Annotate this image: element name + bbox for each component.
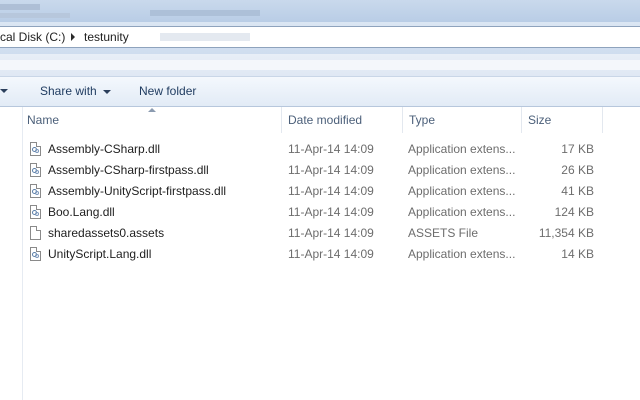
dll-file-icon bbox=[30, 184, 41, 198]
column-divider[interactable] bbox=[602, 107, 603, 133]
file-row[interactable]: sharedassets0.assets 11-Apr-14 14:09 ASS… bbox=[0, 223, 640, 244]
breadcrumb-chevron-icon[interactable] bbox=[71, 33, 75, 41]
file-name: Boo.Lang.dll bbox=[48, 205, 115, 219]
dll-file-icon bbox=[30, 142, 41, 156]
address-bar-row: cal Disk (C:) testunity bbox=[0, 22, 640, 54]
dll-file-icon bbox=[30, 247, 41, 261]
file-name: sharedassets0.assets bbox=[48, 226, 165, 240]
column-header-size[interactable]: Size bbox=[522, 107, 602, 133]
dll-file-icon bbox=[30, 205, 41, 219]
file-size: 124 KB bbox=[554, 205, 594, 219]
file-type: Application extens... bbox=[408, 247, 516, 261]
file-type: ASSETS File bbox=[408, 226, 479, 240]
column-header-date-modified[interactable]: Date modified bbox=[282, 107, 402, 133]
file-size: 14 KB bbox=[561, 247, 594, 261]
file-date: 11-Apr-14 14:09 bbox=[288, 163, 374, 177]
breadcrumb-testunity[interactable]: testunity bbox=[84, 27, 129, 47]
share-with-label: Share with bbox=[40, 84, 97, 98]
chevron-down-icon[interactable] bbox=[0, 89, 8, 93]
file-date: 11-Apr-14 14:09 bbox=[288, 247, 374, 261]
file-date: 11-Apr-14 14:09 bbox=[288, 142, 374, 156]
file-row[interactable]: Boo.Lang.dll 11-Apr-14 14:09 Application… bbox=[0, 202, 640, 223]
dll-file-icon bbox=[30, 163, 41, 177]
file-size: 17 KB bbox=[561, 142, 594, 156]
blurred-region bbox=[150, 10, 260, 16]
file-row[interactable]: Assembly-UnityScript-firstpass.dll 11-Ap… bbox=[0, 181, 640, 202]
blurred-region bbox=[0, 13, 70, 18]
file-name: Assembly-UnityScript-firstpass.dll bbox=[48, 184, 227, 198]
file-size: 11,354 KB bbox=[538, 226, 594, 240]
file-type: Application extens... bbox=[408, 184, 516, 198]
search-strip bbox=[0, 54, 640, 77]
explorer-window: cal Disk (C:) testunity Share with New f… bbox=[0, 0, 640, 400]
chevron-down-icon bbox=[102, 89, 111, 94]
file-size: 26 KB bbox=[561, 163, 594, 177]
breadcrumb-local-disk[interactable]: cal Disk (C:) bbox=[0, 27, 65, 47]
file-row[interactable]: UnityScript.Lang.dll 11-Apr-14 14:09 App… bbox=[0, 244, 640, 265]
file-type: Application extens... bbox=[408, 142, 516, 156]
file-name: Assembly-CSharp-firstpass.dll bbox=[48, 163, 209, 177]
address-bar[interactable]: cal Disk (C:) testunity bbox=[0, 26, 640, 48]
command-toolbar: Share with New folder bbox=[0, 77, 640, 107]
file-type: Application extens... bbox=[408, 163, 516, 177]
column-header-row: Name Date modified Type Size bbox=[0, 107, 640, 133]
column-header-name[interactable]: Name bbox=[21, 107, 281, 133]
window-frame-top bbox=[0, 0, 640, 22]
share-with-button[interactable]: Share with bbox=[40, 77, 111, 106]
file-name: UnityScript.Lang.dll bbox=[48, 247, 152, 261]
blurred-region bbox=[160, 33, 250, 41]
blurred-region bbox=[0, 4, 40, 10]
column-header-type[interactable]: Type bbox=[403, 107, 520, 133]
file-row[interactable]: Assembly-CSharp.dll 11-Apr-14 14:09 Appl… bbox=[0, 139, 640, 160]
new-folder-button[interactable]: New folder bbox=[139, 77, 196, 106]
file-date: 11-Apr-14 14:09 bbox=[288, 205, 374, 219]
file-name: Assembly-CSharp.dll bbox=[48, 142, 161, 156]
file-type: Application extens... bbox=[408, 205, 516, 219]
file-size: 41 KB bbox=[561, 184, 594, 198]
blank-file-icon bbox=[30, 226, 41, 240]
file-date: 11-Apr-14 14:09 bbox=[288, 184, 374, 198]
strip-highlight bbox=[0, 60, 640, 70]
file-row[interactable]: Assembly-CSharp-firstpass.dll 11-Apr-14 … bbox=[0, 160, 640, 181]
file-date: 11-Apr-14 14:09 bbox=[288, 226, 374, 240]
